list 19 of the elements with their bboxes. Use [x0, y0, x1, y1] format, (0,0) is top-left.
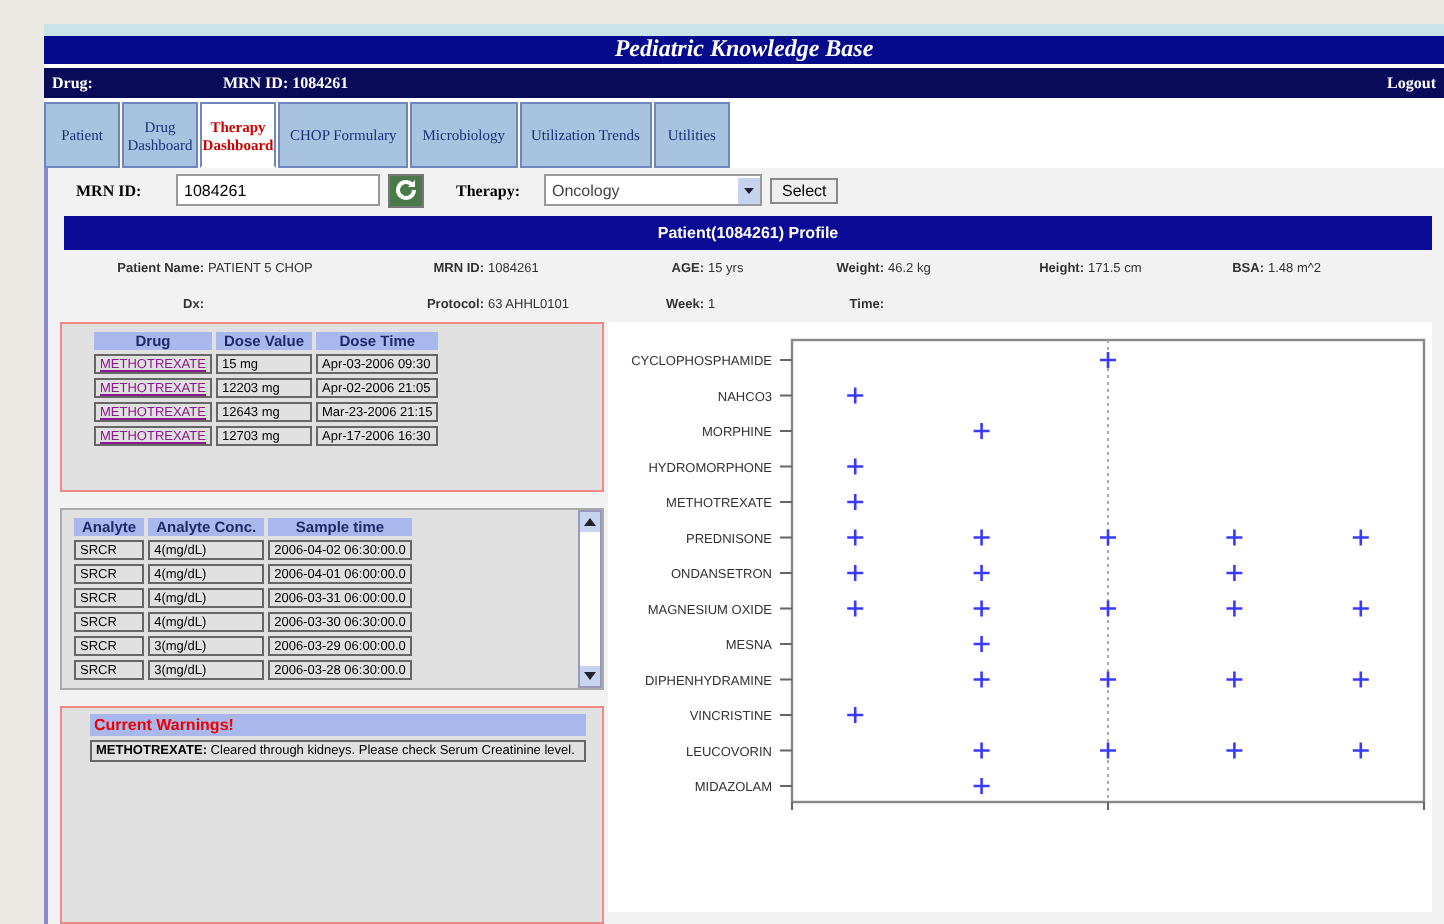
x-tick — [1107, 801, 1109, 811]
scrollbar[interactable] — [578, 510, 602, 688]
scroll-up-icon[interactable] — [580, 512, 600, 532]
scroll-down-icon[interactable] — [580, 666, 600, 686]
warnings-title: Current Warnings! — [90, 714, 586, 736]
profile-header: Patient(1084261) Profile — [64, 216, 1432, 250]
refresh-button[interactable] — [388, 173, 424, 207]
drug-label: Drug: — [52, 74, 93, 92]
select-button[interactable]: Select — [770, 177, 839, 203]
therapy-dropdown[interactable]: Oncology — [544, 174, 762, 206]
therapy-label: Therapy: — [456, 181, 522, 199]
x-tick — [1423, 801, 1425, 811]
app-title: Pediatric Knowledge Base — [614, 34, 874, 64]
mrn-label: MRN ID: — [76, 181, 144, 199]
logout-link[interactable]: Logout — [1387, 74, 1436, 92]
x-tick — [791, 801, 793, 811]
mrn-label: MRN ID: 1084261 — [222, 74, 349, 92]
refresh-icon — [394, 178, 418, 202]
mrn-input[interactable]: 1084261 — [176, 174, 380, 206]
